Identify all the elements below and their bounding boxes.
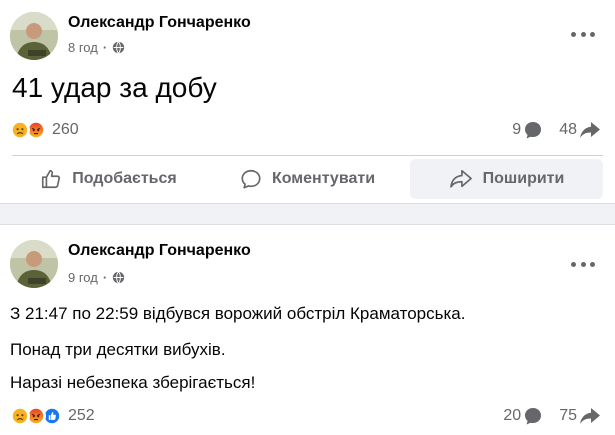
action-bar: Подобається Коментувати Поширити bbox=[12, 159, 603, 199]
share-label: Поширити bbox=[482, 170, 565, 187]
post-stats: 20 75 bbox=[487, 406, 601, 426]
post-text-line: Наразі небезпека зберігається! bbox=[10, 373, 256, 392]
share-count-value: 75 bbox=[559, 407, 577, 424]
post-card: Олександр Гончаренко 8 год · 41 удар за … bbox=[0, 0, 615, 204]
share-arrow-icon bbox=[580, 408, 600, 424]
share-count-value: 48 bbox=[559, 121, 577, 138]
comment-bubble-icon bbox=[525, 122, 542, 139]
author-name[interactable]: Олександр Гончаренко bbox=[68, 14, 251, 32]
comment-bubble-icon bbox=[525, 408, 542, 425]
author-avatar[interactable] bbox=[10, 240, 58, 288]
share-count[interactable]: 75 bbox=[559, 406, 601, 426]
post-meta: 9 год · bbox=[68, 270, 125, 285]
reaction-count: 252 bbox=[68, 407, 95, 424]
comment-label: Коментувати bbox=[271, 170, 376, 187]
globe-icon bbox=[112, 41, 125, 54]
comment-count[interactable]: 9 bbox=[512, 120, 543, 140]
reactions-summary[interactable]: 252 bbox=[10, 406, 95, 426]
meta-separator: · bbox=[102, 270, 108, 285]
comment-count[interactable]: 20 bbox=[503, 406, 543, 426]
post-text: 41 удар за добу bbox=[12, 72, 217, 103]
post-time[interactable]: 9 год bbox=[68, 270, 98, 285]
reaction-count: 260 bbox=[52, 121, 79, 138]
comment-count-value: 9 bbox=[512, 121, 522, 138]
author-name[interactable]: Олександр Гончаренко bbox=[68, 242, 251, 260]
share-arrow-icon bbox=[580, 122, 600, 138]
post-meta: 8 год · bbox=[68, 40, 125, 55]
post-time[interactable]: 8 год bbox=[68, 40, 98, 55]
share-count[interactable]: 48 bbox=[559, 120, 601, 140]
author-avatar[interactable] bbox=[10, 12, 58, 60]
reactions-summary[interactable]: 260 bbox=[10, 120, 79, 140]
divider bbox=[12, 155, 603, 156]
globe-icon bbox=[112, 271, 125, 284]
comment-button[interactable]: Коментувати bbox=[211, 159, 404, 199]
comment-icon bbox=[241, 169, 261, 189]
post-stats: 9 48 bbox=[496, 120, 601, 140]
share-icon bbox=[449, 169, 472, 188]
meta-separator: · bbox=[102, 40, 108, 55]
more-options-icon[interactable] bbox=[571, 258, 595, 270]
comment-count-value: 20 bbox=[503, 407, 522, 424]
post-text-line: З 21:47 по 22:59 відбувся ворожий обстрі… bbox=[10, 304, 466, 323]
more-options-icon[interactable] bbox=[571, 28, 595, 40]
sad-reaction-icon bbox=[10, 120, 30, 140]
share-button[interactable]: Поширити bbox=[410, 159, 603, 199]
post-text-line: Понад три десятки вибухів. bbox=[10, 340, 226, 359]
post-card: Олександр Гончаренко 9 год · З 21:47 по … bbox=[0, 224, 615, 435]
like-button[interactable]: Подобається bbox=[12, 159, 205, 199]
sad-reaction-icon bbox=[10, 406, 30, 426]
thumbs-up-icon bbox=[42, 169, 61, 189]
like-label: Подобається bbox=[72, 170, 177, 187]
